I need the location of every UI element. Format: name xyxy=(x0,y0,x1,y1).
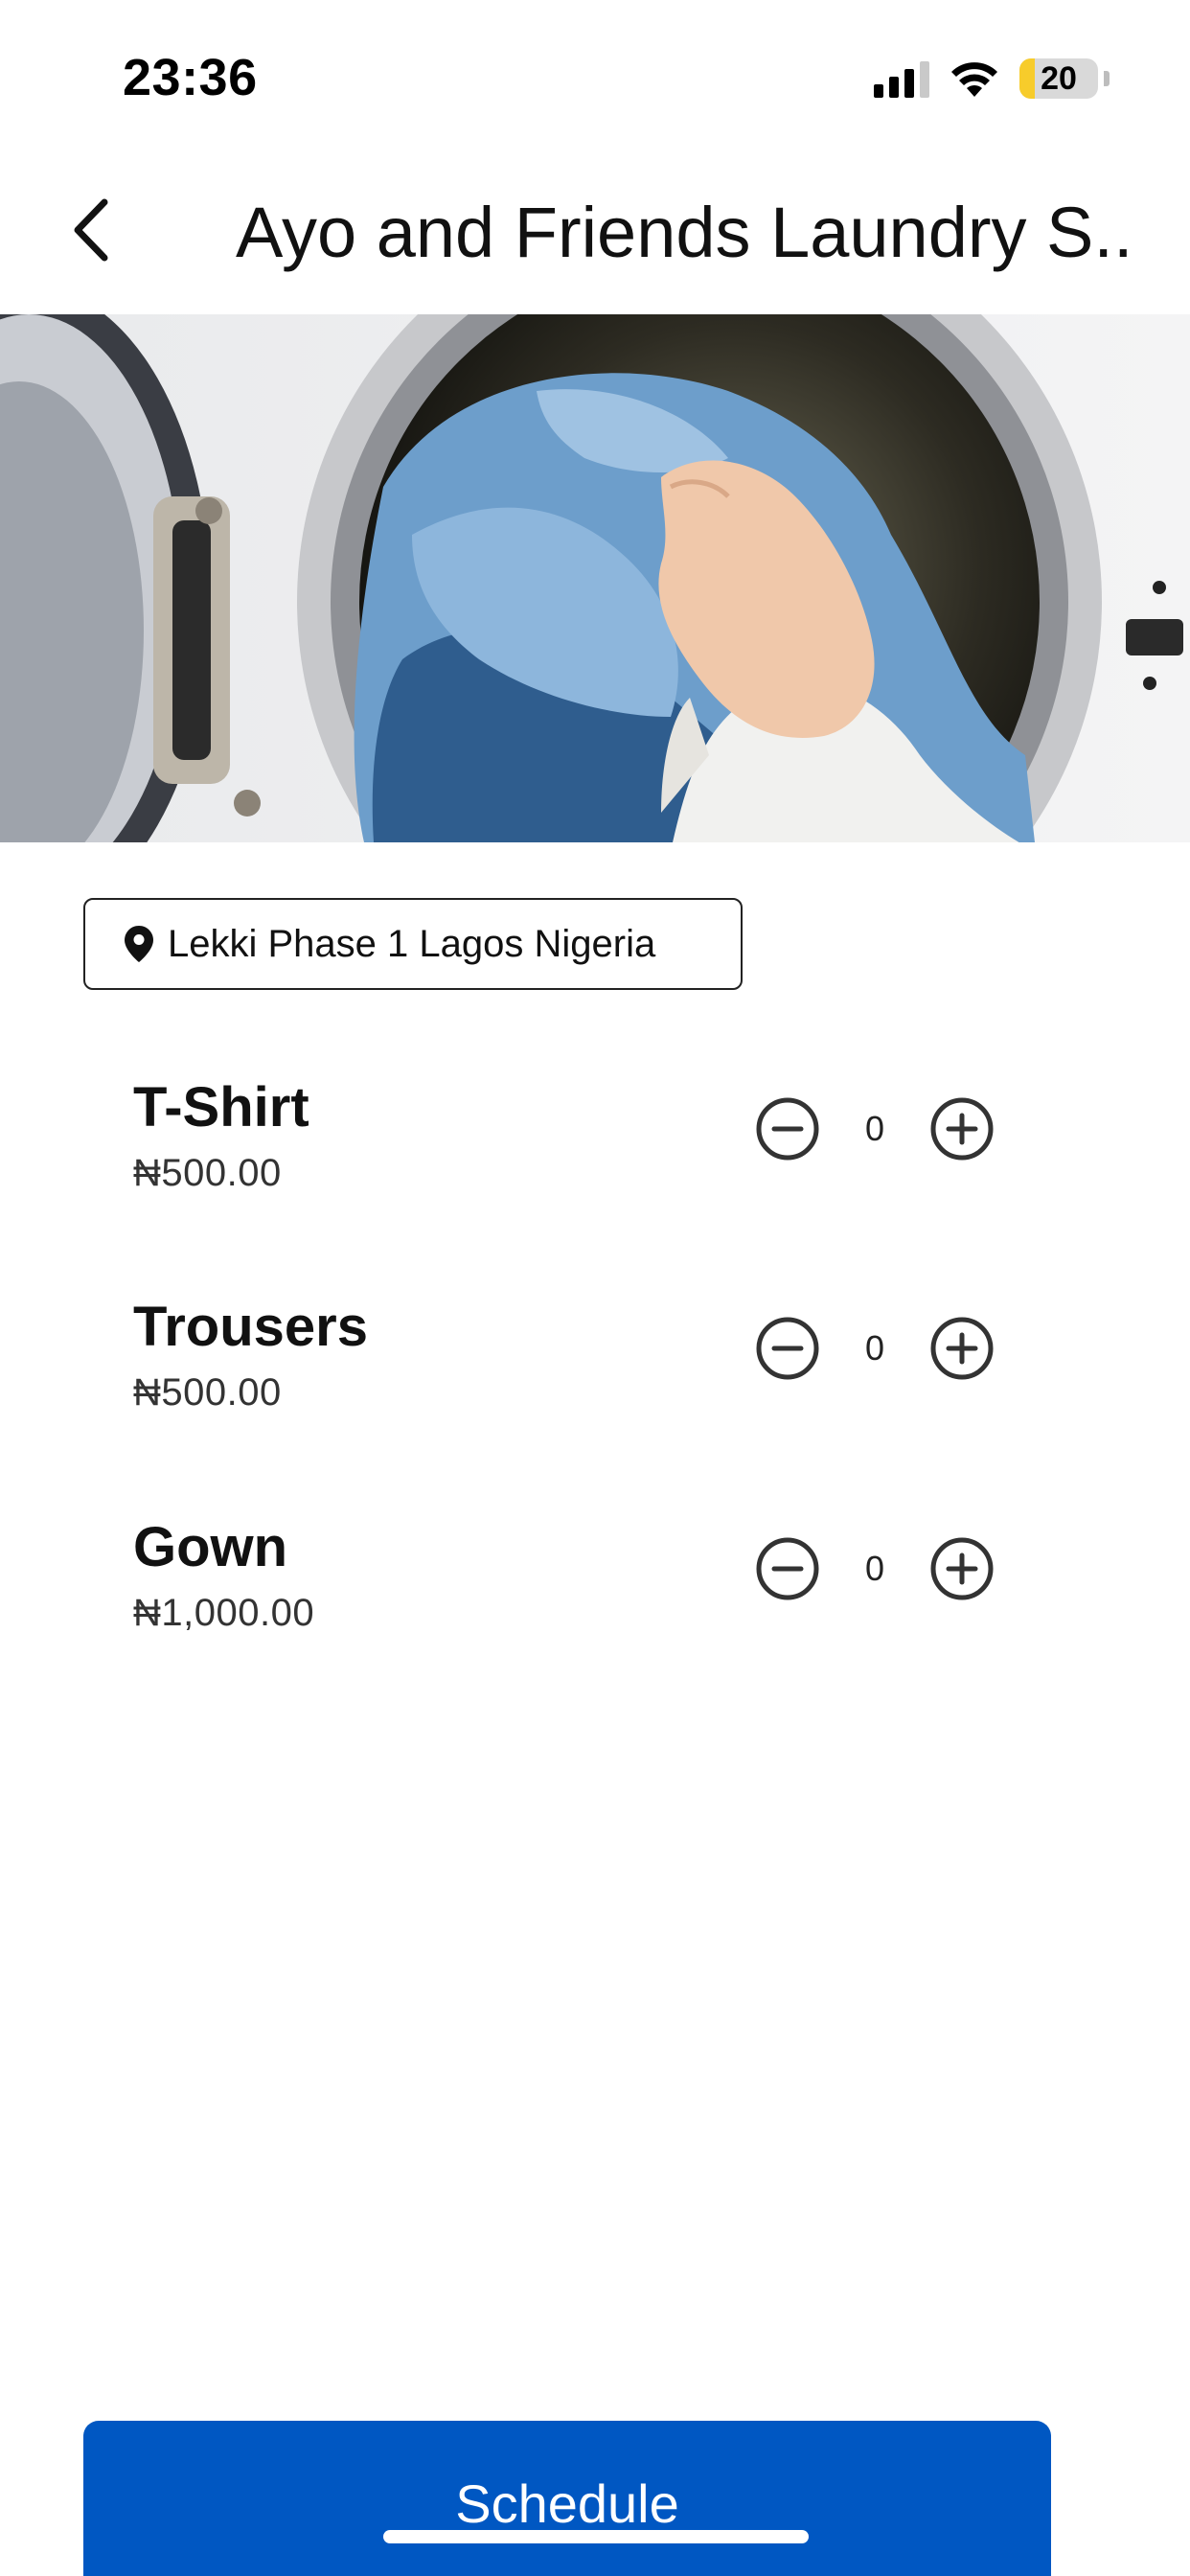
chevron-left-icon xyxy=(74,198,108,262)
minus-circle-icon[interactable] xyxy=(755,1316,820,1381)
item-price: ₦500.00 xyxy=(133,1152,282,1194)
plus-circle-icon[interactable] xyxy=(929,1096,995,1162)
schedule-label: Schedule xyxy=(455,2473,679,2534)
signal-icon xyxy=(874,59,929,98)
home-indicator xyxy=(383,2530,809,2543)
location-chip[interactable]: Lekki Phase 1 Lagos Nigeria xyxy=(83,898,743,990)
header: Ayo and Friends Laundry S... xyxy=(0,163,1190,297)
quantity-value: 0 xyxy=(864,1549,885,1588)
hero-image xyxy=(0,314,1190,842)
item-name: T-Shirt xyxy=(133,1076,309,1138)
item-name: Gown xyxy=(133,1516,288,1578)
quantity-value: 0 xyxy=(864,1328,885,1368)
minus-circle-icon[interactable] xyxy=(755,1536,820,1601)
battery-cap xyxy=(1104,71,1110,86)
battery-level: 20 xyxy=(1041,59,1077,97)
map-pin-icon xyxy=(125,926,153,962)
status-time: 23:36 xyxy=(123,49,258,106)
page-title: Ayo and Friends Laundry S... xyxy=(236,193,1127,272)
item-name: Trousers xyxy=(133,1296,368,1358)
list-item: Trousers ₦500.00 0 xyxy=(0,1295,1190,1448)
location-text: Lekki Phase 1 Lagos Nigeria xyxy=(168,922,656,965)
battery-icon: 20 xyxy=(1019,58,1098,99)
item-price: ₦1,000.00 xyxy=(133,1592,315,1634)
washing-machine-illustration xyxy=(0,314,1190,842)
quantity-value: 0 xyxy=(864,1109,885,1148)
status-icons: 20 xyxy=(874,56,1110,102)
schedule-button[interactable]: Schedule xyxy=(83,2421,1051,2576)
back-button[interactable] xyxy=(54,192,130,268)
item-price: ₦500.00 xyxy=(133,1371,282,1414)
plus-circle-icon[interactable] xyxy=(929,1536,995,1601)
wifi-icon xyxy=(951,62,997,97)
plus-circle-icon[interactable] xyxy=(929,1316,995,1381)
quantity-stepper: 0 xyxy=(755,1534,995,1603)
minus-circle-icon[interactable] xyxy=(755,1096,820,1162)
quantity-stepper: 0 xyxy=(755,1314,995,1383)
status-bar: 23:36 20 xyxy=(0,0,1190,144)
list-item: Gown ₦1,000.00 0 xyxy=(0,1515,1190,1668)
quantity-stepper: 0 xyxy=(755,1094,995,1163)
list-item: T-Shirt ₦500.00 0 xyxy=(0,1075,1190,1229)
